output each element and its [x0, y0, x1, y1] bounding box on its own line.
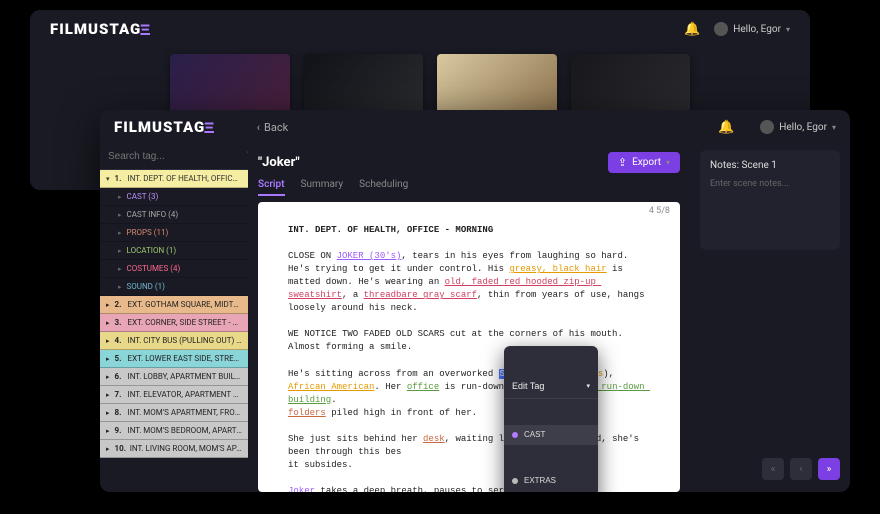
tab-summary[interactable]: Summary [301, 179, 344, 196]
popup-title: Edit Tag [512, 380, 544, 393]
tag-row-cast[interactable]: ▸CAST (3) [100, 188, 248, 206]
page-title: "Joker" [258, 155, 300, 170]
user-menu[interactable]: Hello, Egor ▾ [714, 22, 790, 36]
scene-row[interactable]: ▸2.EXT. GOTHAM SQUARE, MIDTOWN... [100, 296, 248, 314]
export-button[interactable]: ⇪ Export ▾ [608, 152, 680, 173]
chevron-down-icon: ▾ [786, 25, 790, 34]
tab-script[interactable]: Script [258, 179, 285, 196]
tag-row-location[interactable]: ▸LOCATION (1) [100, 242, 248, 260]
brand-logo: FILMUSTAGΞ [114, 118, 215, 136]
chevron-down-icon: ▾ [106, 175, 110, 183]
tabs: Script Summary Scheduling [258, 177, 680, 198]
cloud-upload-icon: ⇪ [618, 156, 627, 169]
back-button[interactable]: ‹ Back [257, 121, 288, 134]
main-window: FILMUSTAGΞ ‹ Back 🔔 Hello, Egor ▾ 🗑 ▾ 1.… [100, 110, 850, 492]
scene-row-active[interactable]: ▾ 1. INT. DEPT. OF HEALTH, OFFICE - M... [100, 170, 248, 188]
tag-row-costumes[interactable]: ▸COSTUMES (4) [100, 260, 248, 278]
scene-row[interactable]: ▸8.INT. MOM'S APARTMENT, FRONT D... [100, 404, 248, 422]
tab-scheduling[interactable]: Scheduling [359, 179, 408, 196]
scene-row[interactable]: ▸7.INT. ELEVATOR, APARTMENT BUILDI... [100, 386, 248, 404]
scene-row[interactable]: ▸10.INT. LIVING ROOM, MOM'S APART... [100, 440, 248, 458]
header: FILMUSTAGΞ ‹ Back 🔔 Hello, Egor ▾ [100, 110, 850, 144]
chevron-down-icon: ▾ [666, 158, 670, 167]
scene-row[interactable]: ▸5.EXT. LOWER EAST SIDE, STREETS -... [100, 350, 248, 368]
chevron-down-icon: ▾ [586, 382, 590, 392]
main-panel: "Joker" ⇪ Export ▾ Script Summary Schedu… [248, 144, 690, 492]
notes-title: Notes: Scene 1 [710, 160, 830, 171]
popup-item-extras[interactable]: EXTRAS [504, 471, 598, 491]
right-panel: Notes: Scene 1 Enter scene notes... « ‹ … [690, 144, 850, 492]
scene-row[interactable]: ▸3.EXT. CORNER, SIDE STREET - GOTH... [100, 314, 248, 332]
script-text[interactable]: INT. DEPT. OF HEALTH, OFFICE - MORNING C… [258, 220, 680, 492]
tag-row-sound[interactable]: ▸SOUND (1) [100, 278, 248, 296]
bell-icon[interactable]: 🔔 [718, 120, 734, 135]
chevron-down-icon: ▾ [832, 123, 836, 132]
pagination: « ‹ » [700, 458, 840, 486]
user-greeting: Hello, Egor [779, 122, 827, 133]
search-input[interactable] [106, 147, 242, 166]
document: 4 5/8 INT. DEPT. OF HEALTH, OFFICE - MOR… [258, 202, 680, 492]
pager-prev[interactable]: ‹ [790, 458, 812, 480]
scene-row[interactable]: ▸6.INT. LOBBY, APARTMENT BUILDING ... [100, 368, 248, 386]
tag-row-castinfo[interactable]: ▸CAST INFO (4) [100, 206, 248, 224]
avatar [714, 22, 728, 36]
chevron-left-icon: ‹ [257, 121, 260, 134]
popup-item-cast[interactable]: CAST [504, 425, 598, 445]
scene-row[interactable]: ▸9.INT. MOM'S BEDROOM, APARTMEN... [100, 422, 248, 440]
edit-tag-popup: Edit Tag ▾ CAST EXTRAS CAST INFO PROPS L… [504, 346, 598, 492]
brand-logo: FILMUSTAGΞ [50, 20, 151, 38]
tag-row-props[interactable]: ▸PROPS (11) [100, 224, 248, 242]
pager-next[interactable]: » [818, 458, 840, 480]
user-greeting: Hello, Egor [733, 24, 781, 35]
notes-textarea[interactable]: Enter scene notes... [710, 179, 830, 189]
bell-icon[interactable]: 🔔 [684, 22, 700, 37]
page-indicator: 4 5/8 [649, 206, 670, 216]
pager-first[interactable]: « [762, 458, 784, 480]
notes-box: Notes: Scene 1 Enter scene notes... [700, 150, 840, 250]
sidebar: 🗑 ▾ 1. INT. DEPT. OF HEALTH, OFFICE - M.… [100, 144, 248, 492]
scene-row[interactable]: ▸4.INT. CITY BUS (PULLING OUT) - HE... [100, 332, 248, 350]
user-menu[interactable]: Hello, Egor ▾ [760, 120, 836, 134]
avatar [760, 120, 774, 134]
